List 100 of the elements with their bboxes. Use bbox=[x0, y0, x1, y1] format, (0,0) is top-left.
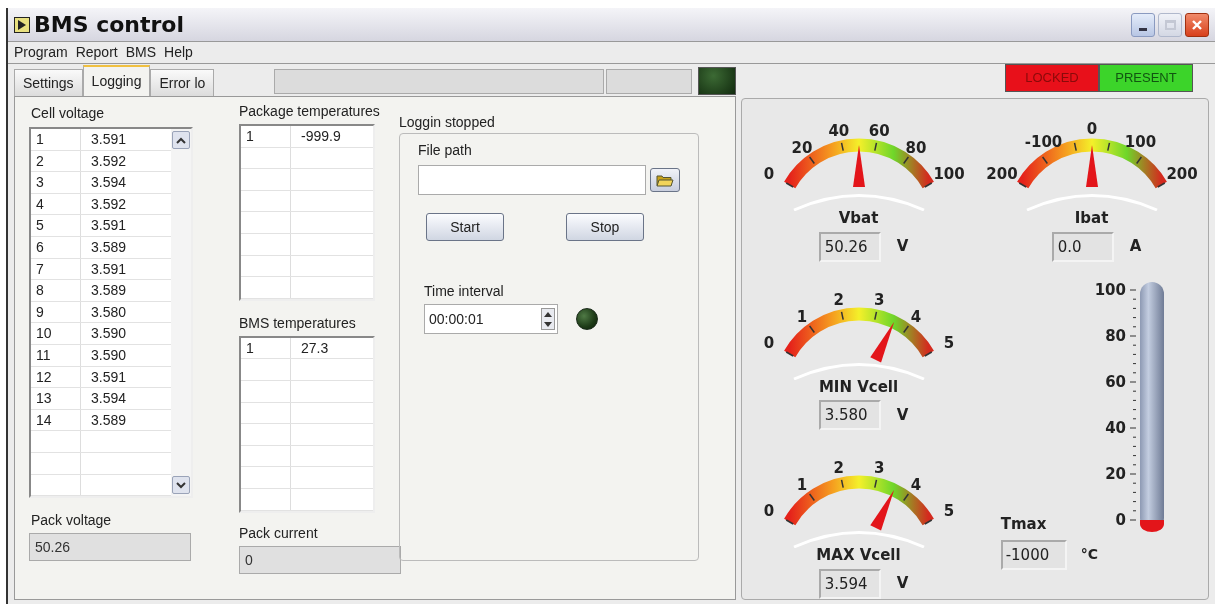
table-cell: 3.594 bbox=[91, 390, 127, 407]
maximize-icon bbox=[1164, 19, 1176, 30]
table-cell: 3.591 bbox=[91, 260, 127, 277]
unit-label: A bbox=[1129, 236, 1142, 258]
field-label: Time interval bbox=[424, 282, 505, 301]
gauge-needle bbox=[852, 145, 865, 187]
table-cell: 3.580 bbox=[91, 303, 127, 320]
folder-icon bbox=[656, 173, 675, 187]
gauge-label: MIN Vcell bbox=[818, 376, 899, 398]
file-path-field[interactable] bbox=[418, 165, 647, 195]
chevron-up-icon bbox=[176, 136, 186, 144]
table-cell: 3.592 bbox=[91, 195, 127, 212]
readout-field: 3.580 bbox=[818, 400, 881, 430]
minimize-button[interactable] bbox=[1131, 12, 1155, 37]
field-label: File path bbox=[418, 141, 473, 160]
tick-label: 80 bbox=[1105, 326, 1127, 345]
action-button[interactable]: Start bbox=[426, 213, 504, 241]
tick-label: 40 bbox=[827, 122, 849, 141]
unit-label: °C bbox=[1080, 545, 1098, 564]
table-cell: 7 bbox=[36, 260, 44, 277]
table-cell: 9 bbox=[36, 303, 44, 320]
gauge-label: Vbat bbox=[838, 208, 879, 229]
table-label: Package temperatures bbox=[239, 102, 381, 121]
down-arrow-icon bbox=[544, 321, 552, 327]
table-label: Cell voltage bbox=[31, 104, 106, 123]
tick-label: 0 bbox=[763, 333, 774, 352]
app-icon bbox=[14, 16, 30, 33]
tick-label: 0 bbox=[763, 502, 774, 520]
tick-label: 60 bbox=[868, 122, 890, 141]
tick-label: 2 bbox=[833, 459, 844, 478]
field-value: 00:00:01 bbox=[429, 309, 485, 329]
tick-label: 0 bbox=[1086, 120, 1097, 138]
tick-label: 1 bbox=[796, 475, 807, 494]
table-cell: 10 bbox=[36, 325, 52, 342]
table-cell: 1 bbox=[246, 128, 254, 144]
scroll-up-button[interactable] bbox=[172, 131, 190, 149]
action-button[interactable]: Stop bbox=[566, 213, 644, 241]
table-cell: 3.591 bbox=[91, 368, 127, 385]
tick-label: 2 bbox=[833, 290, 844, 309]
table-cell: 6 bbox=[36, 238, 44, 255]
tick-label: 3 bbox=[873, 459, 884, 478]
tab[interactable]: Logging bbox=[82, 65, 151, 96]
table-cell: 13 bbox=[36, 390, 52, 407]
scroll-down-button[interactable] bbox=[172, 476, 190, 495]
time-interval-field[interactable]: 00:00:01 bbox=[424, 304, 558, 334]
tick-label: 5 bbox=[943, 333, 954, 352]
table-label: BMS temperatures bbox=[239, 313, 357, 333]
table-cell: 14 bbox=[36, 411, 52, 428]
window-title: BMS control bbox=[34, 11, 184, 39]
table-cell: 11 bbox=[36, 346, 51, 363]
menu-item[interactable]: BMS bbox=[125, 42, 157, 63]
gauge-needle bbox=[869, 321, 894, 362]
tick-label: 60 bbox=[1105, 372, 1127, 391]
gauge-label: Ibat bbox=[1074, 208, 1109, 229]
table-cell: 3.590 bbox=[91, 346, 127, 363]
tick-label: 20 bbox=[791, 138, 812, 157]
table-cell: 3.589 bbox=[91, 411, 127, 428]
tick-label: 200 bbox=[985, 165, 1018, 183]
table-cell: 3.591 bbox=[91, 217, 127, 234]
spin-control[interactable] bbox=[541, 308, 555, 330]
thermometer-label: Tmax bbox=[1000, 514, 1047, 535]
unit-label: V bbox=[896, 573, 909, 595]
field-label: Pack current bbox=[239, 523, 319, 543]
gauge-needle bbox=[1085, 145, 1098, 187]
readout-field: 0.0 bbox=[1051, 231, 1114, 262]
tick-label: 5 bbox=[943, 502, 954, 520]
unit-label: V bbox=[896, 404, 909, 426]
scrollbar[interactable] bbox=[171, 129, 191, 497]
table-cell: 3 bbox=[36, 174, 44, 191]
close-button[interactable] bbox=[1185, 12, 1209, 37]
tab[interactable]: Settings bbox=[14, 69, 83, 96]
table-cell: 1 bbox=[36, 131, 44, 147]
menu-item[interactable]: Report bbox=[75, 42, 118, 63]
tick-label: 1 bbox=[796, 307, 807, 326]
tick-label: 80 bbox=[905, 138, 926, 157]
menu-item[interactable]: Program bbox=[14, 42, 68, 63]
tab[interactable]: Error lo bbox=[150, 69, 215, 96]
table-cell: 12 bbox=[36, 368, 52, 385]
close-icon bbox=[1191, 18, 1203, 31]
table-cell: 4 bbox=[36, 195, 44, 212]
table-cell: 5 bbox=[36, 217, 44, 234]
minimize-icon bbox=[1139, 27, 1147, 31]
tick-label: 100 bbox=[1124, 133, 1156, 151]
gauge-needle bbox=[869, 490, 894, 531]
table-cell: 3.591 bbox=[91, 131, 127, 147]
readout-field: 0 bbox=[239, 545, 401, 574]
tick-label: 0 bbox=[1115, 510, 1127, 529]
browse-button[interactable] bbox=[650, 168, 680, 192]
status-indicator: PRESENT bbox=[1099, 64, 1193, 92]
tick-label: 100 bbox=[932, 165, 965, 183]
table-cell: 3.592 bbox=[91, 152, 127, 169]
readout-field: 3.594 bbox=[818, 568, 881, 599]
menu-item[interactable]: Help bbox=[164, 42, 193, 63]
tick-label: 0 bbox=[763, 165, 774, 183]
group-title: Loggin stopped bbox=[399, 113, 496, 132]
tick-label: 4 bbox=[910, 307, 921, 326]
table-cell: 2 bbox=[36, 152, 44, 169]
tick-label: -100 bbox=[1024, 133, 1062, 151]
unit-label: V bbox=[896, 236, 909, 258]
tick-label: 100 bbox=[1095, 280, 1127, 299]
